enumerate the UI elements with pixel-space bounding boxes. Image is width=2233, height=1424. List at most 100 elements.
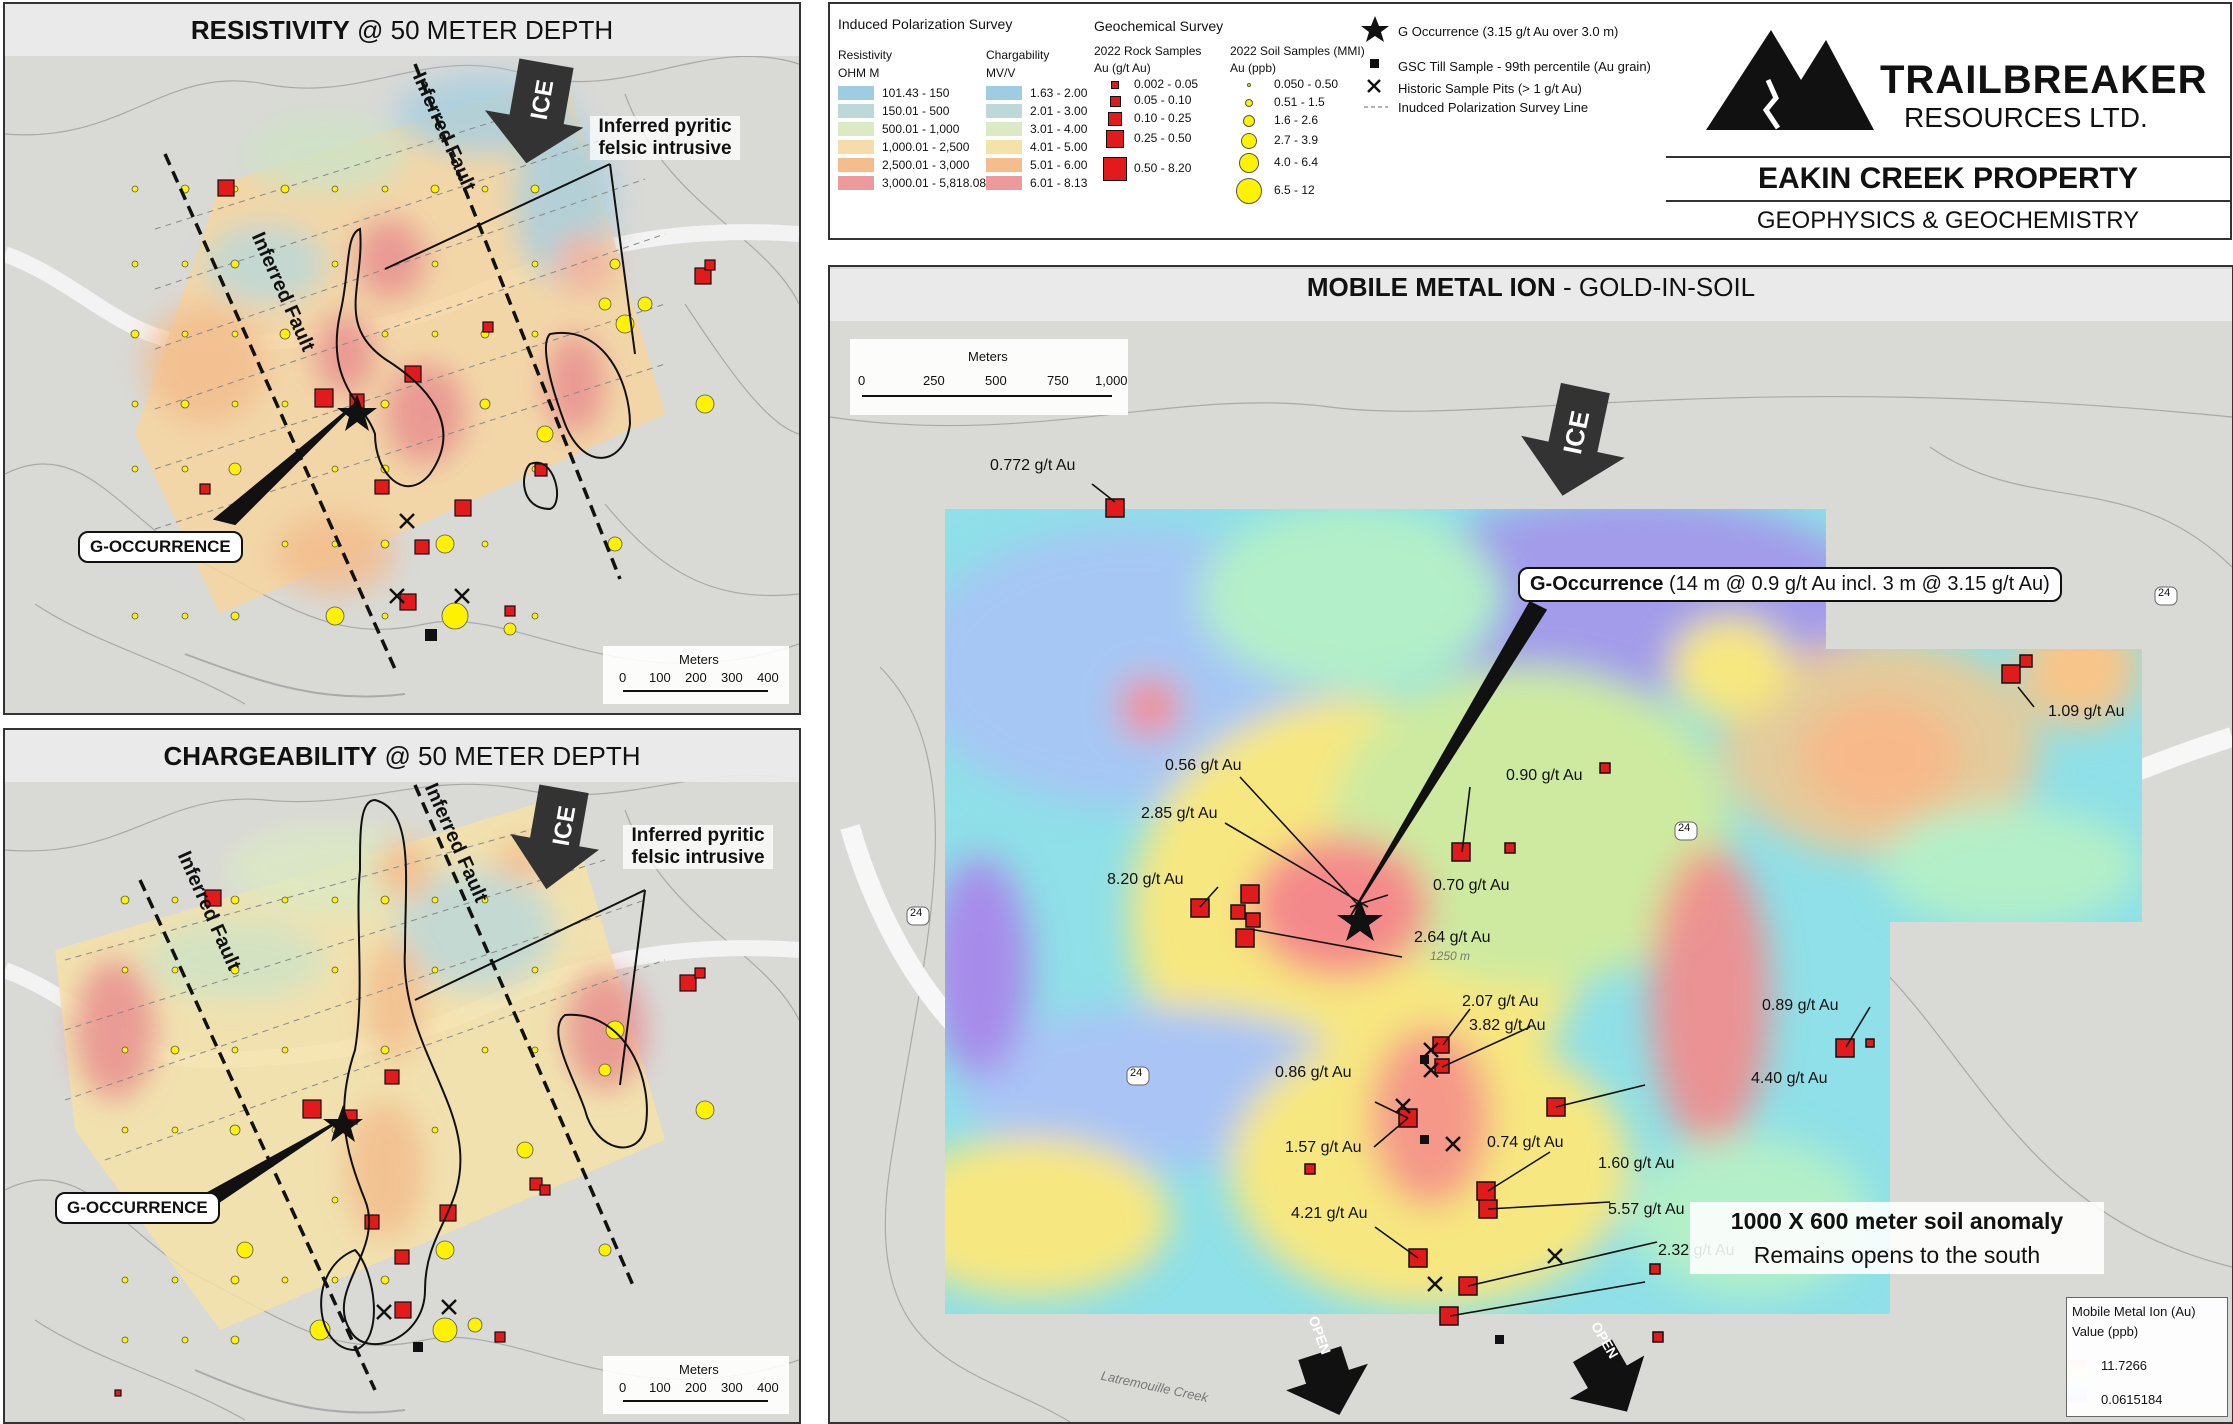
symbol-legend-icons <box>1361 16 1389 108</box>
chargeability-class-label: 6.01 - 8.13 <box>1030 176 1088 190</box>
resistivity-swatch <box>838 158 874 172</box>
gold-assay-label: 0.772 g/t Au <box>990 457 1076 474</box>
chargeability-class-label: 2.01 - 3.00 <box>1030 104 1088 118</box>
anomaly-line-1: 1000 X 600 meter soil anomaly <box>1730 1208 2064 1234</box>
gold-assay-label: 2.07 g/t Au <box>1462 993 1539 1010</box>
soil-class-label: 0.050 - 0.50 <box>1274 77 1339 91</box>
star-icon <box>1361 16 1389 42</box>
historic-pit-cross-icons <box>376 1299 457 1320</box>
resistivity-swatch <box>838 122 874 136</box>
anomaly-note: 1000 X 600 meter soil anomaly Remains op… <box>1690 1202 2104 1274</box>
mmi-heat-surface <box>945 509 2142 1314</box>
soil-class-circle-icon <box>1245 99 1253 107</box>
ip-survey-heading: Induced Polarization Survey <box>838 16 1013 32</box>
rock-samples-unit: Au (g/t Au) <box>1094 61 1151 75</box>
trailbreaker-mountain-logo-icon <box>1706 30 1874 130</box>
chargeability-class-label: 1.63 - 2.00 <box>1030 86 1088 100</box>
title-block: TRAILBREAKER RESOURCES LTD. EAKIN CREEK … <box>1666 2 2232 240</box>
rock-class-square-icon <box>1103 157 1127 181</box>
g-occurrence-callout: G-Occurrence (14 m @ 0.9 g/t Au incl. 3 … <box>1518 567 2062 602</box>
soil-samples-heading: 2022 Soil Samples (MMI) <box>1230 44 1365 58</box>
chargeability-unit: MV/V <box>986 66 1016 80</box>
scale-title: Meters <box>679 652 719 667</box>
intrusive-label: Inferred pyritic felsic intrusive <box>623 825 773 869</box>
property-name: EAKIN CREEK PROPERTY <box>1757 162 2139 195</box>
gold-assay-label: 0.90 g/t Au <box>1506 767 1583 784</box>
gold-assay-label: 5.57 g/t Au <box>1608 1201 1685 1218</box>
soil-samples-unit: Au (ppb) <box>1230 61 1277 75</box>
scale-tick-3: 750 <box>1047 373 1069 388</box>
g-occurrence-title: G-Occurrence <box>1530 573 1664 595</box>
gold-assay-label: 3.82 g/t Au <box>1469 1017 1546 1034</box>
scale-tick-4: 400 <box>757 670 779 685</box>
chargeability-swatch <box>986 86 1022 100</box>
scale-tick-0: 0 <box>858 373 866 388</box>
scale-tick-2: 500 <box>985 373 1007 388</box>
chargeability-class-label: 3.01 - 4.00 <box>1030 122 1088 136</box>
soil-class-circle-icon <box>1241 133 1257 149</box>
resistivity-class-label: 1,000.01 - 2,500 <box>882 140 970 154</box>
geochem-heading: Geochemical Survey <box>1094 18 1224 34</box>
soil-class-circle-icon <box>1247 83 1251 87</box>
chargeability-swatch <box>986 158 1022 172</box>
colorbar-legend: Mobile Metal Ion (Au) Value (ppb) 11.726… <box>2066 1297 2228 1417</box>
resistivity-unit: OHM M <box>838 66 880 80</box>
rock-class-square-icon <box>1106 130 1124 148</box>
company-subtitle: RESOURCES LTD. <box>1904 102 2148 133</box>
gold-assay-label: 0.89 g/t Au <box>1762 997 1839 1014</box>
gold-assay-label: 4.40 g/t Au <box>1751 1070 1828 1087</box>
scale-tick-2: 200 <box>685 1380 707 1395</box>
gold-assay-label: 2.64 g/t Au <box>1414 929 1491 946</box>
gold-assay-label: 4.21 g/t Au <box>1291 1205 1368 1222</box>
resistivity-swatch <box>838 140 874 154</box>
gold-assay-label: 2.85 g/t Au <box>1141 805 1218 822</box>
map-legend: Induced Polarization Survey Resistivity … <box>828 2 1670 240</box>
road-shield-label-center: 24 <box>1678 822 1691 834</box>
intrusive-label: Inferred pyritic felsic intrusive <box>590 116 740 160</box>
map-subtitle: GEOPHYSICS & GEOCHEMISTRY <box>1756 207 2140 234</box>
rock-class-label: 0.05 - 0.10 <box>1134 93 1192 107</box>
gold-assay-label: 0.56 g/t Au <box>1165 757 1242 774</box>
colorbar-unit: Value (ppb) <box>2072 1324 2139 1339</box>
mmi-scale-bar: Meters 0 250 500 750 1,000 <box>850 339 1128 415</box>
scale-tick-1: 250 <box>923 373 945 388</box>
g-occurrence-detail: (14 m @ 0.9 g/t Au incl. 3 m @ 3.15 g/t … <box>1663 573 2050 595</box>
rock-class-label: 0.002 - 0.05 <box>1134 77 1199 91</box>
resistivity-map-canvas <box>5 55 799 705</box>
soil-class-label: 6.5 - 12 <box>1274 183 1315 197</box>
scale-tick-2: 200 <box>685 670 707 685</box>
resistivity-scale-bar: Meters 0 100 200 300 400 <box>603 646 789 704</box>
resistivity-class-label: 150.01 - 500 <box>882 104 950 118</box>
gold-assay-label: 1.09 g/t Au <box>2048 703 2125 720</box>
resistivity-swatch <box>838 86 874 100</box>
contour-label: 1250 m <box>1430 949 1471 963</box>
road-shield-label-west: 24 <box>910 907 923 919</box>
resistivity-class-label: 2,500.01 - 3,000 <box>882 158 970 172</box>
symbol-label-star: G Occurrence (3.15 g/t Au over 3.0 m) <box>1398 24 1619 39</box>
rock-class-label: 0.25 - 0.50 <box>1134 131 1192 145</box>
chargeability-heading: Chargability <box>986 48 1050 62</box>
creek-line <box>194 1369 406 1414</box>
resistivity-heading: Resistivity <box>838 48 893 62</box>
scale-tick-0: 0 <box>619 1380 627 1395</box>
symbol-label-till: GSC Till Sample - 99th percentile (Au gr… <box>1398 59 1651 74</box>
resistivity-panel-title: RESISTIVITY @ 50 METER DEPTH <box>5 4 799 56</box>
soil-class-circle-icon <box>1243 115 1255 127</box>
till-sample-square-icon <box>425 629 437 641</box>
scale-tick-3: 300 <box>721 670 743 685</box>
soil-class-label: 0.51 - 1.5 <box>1274 95 1325 109</box>
resistivity-swatch <box>838 176 874 190</box>
chargeability-swatch <box>986 104 1022 118</box>
scale-tick-4: 1,000 <box>1095 373 1128 388</box>
resistivity-swatch <box>838 104 874 118</box>
rock-class-square-icon <box>1109 95 1121 107</box>
scale-title: Meters <box>968 349 1008 364</box>
company-name: TRAILBREAKER <box>1880 58 2208 102</box>
chargeability-class-label: 4.01 - 5.00 <box>1030 140 1088 154</box>
chargeability-class-label: 5.01 - 6.00 <box>1030 158 1088 172</box>
chargeability-panel-title: CHARGEABILITY @ 50 METER DEPTH <box>5 730 799 782</box>
till-sample-square-icon <box>413 1342 423 1352</box>
symbol-label-survey-line: Inudced Polarization Survey Line <box>1398 100 1589 115</box>
resistivity-class-label: 3,000.01 - 5,818.08 <box>882 176 987 190</box>
colorbar-min: 0.0615184 <box>2101 1392 2163 1407</box>
